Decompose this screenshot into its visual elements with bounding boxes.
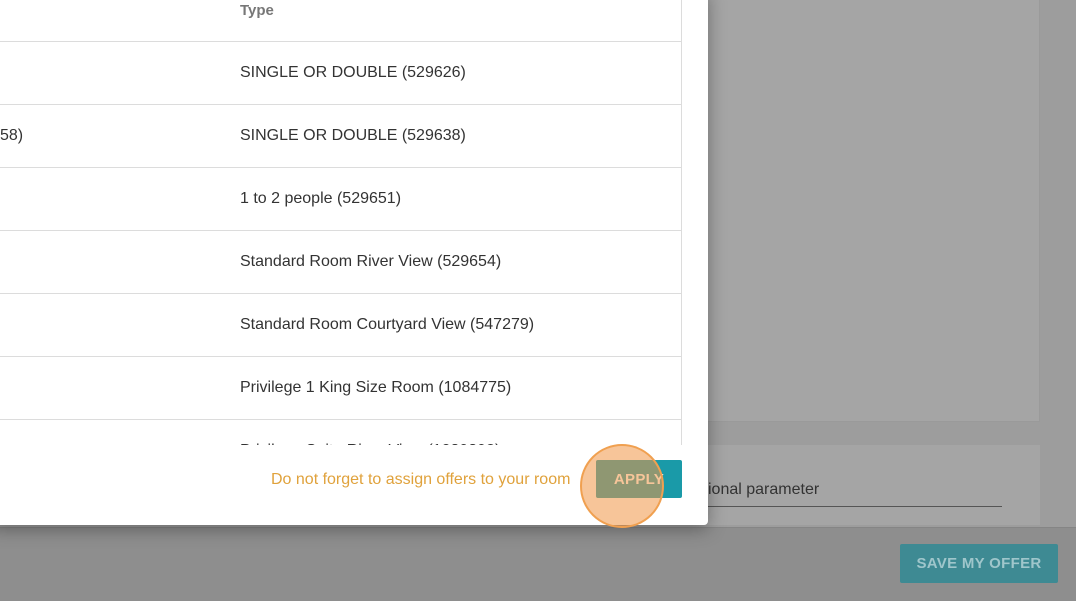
type-column-header: Type — [240, 2, 274, 19]
dialog-footer: Do not forget to assign offers to your r… — [0, 445, 698, 515]
row-type-cell: SINGLE OR DOUBLE (529626) — [240, 64, 466, 81]
row-type-cell: 1 to 2 people (529651) — [240, 190, 402, 207]
additional-parameter-field[interactable]: ional parameter — [708, 481, 819, 499]
room-type-table: Type SINGLE OR DOUBLE (529626) 58) SINGL… — [0, 0, 682, 445]
row-type-cell: SINGLE OR DOUBLE (529638) — [240, 127, 466, 144]
row-type-cell: Standard Room Courtyard View (547279) — [240, 316, 535, 333]
table-row[interactable]: Standard Room River View (529654) — [0, 231, 681, 294]
field-underline — [708, 506, 1002, 507]
table-row[interactable]: 1 to 2 people (529651) — [0, 168, 681, 231]
room-assignment-dialog: Type SINGLE OR DOUBLE (529626) 58) SINGL… — [0, 0, 708, 525]
row-type-cell: Standard Room River View (529654) — [240, 253, 502, 270]
apply-button[interactable]: APPLY — [596, 460, 682, 498]
row-type-cell: Privilege 1 King Size Room (1084775) — [240, 379, 512, 396]
table-row[interactable]: Privilege Suite River View (1089892) — [0, 420, 681, 445]
assign-offers-warning: Do not forget to assign offers to your r… — [271, 471, 571, 488]
table-header: Type — [0, 0, 681, 42]
table-row[interactable]: 58) SINGLE OR DOUBLE (529638) — [0, 105, 681, 168]
table-row[interactable]: SINGLE OR DOUBLE (529626) — [0, 42, 681, 105]
table-row[interactable]: Privilege 1 King Size Room (1084775) — [0, 357, 681, 420]
table-row[interactable]: Standard Room Courtyard View (547279) — [0, 294, 681, 357]
save-my-offer-button[interactable]: SAVE MY OFFER — [900, 544, 1058, 583]
row-name-cell: 58) — [0, 127, 24, 144]
